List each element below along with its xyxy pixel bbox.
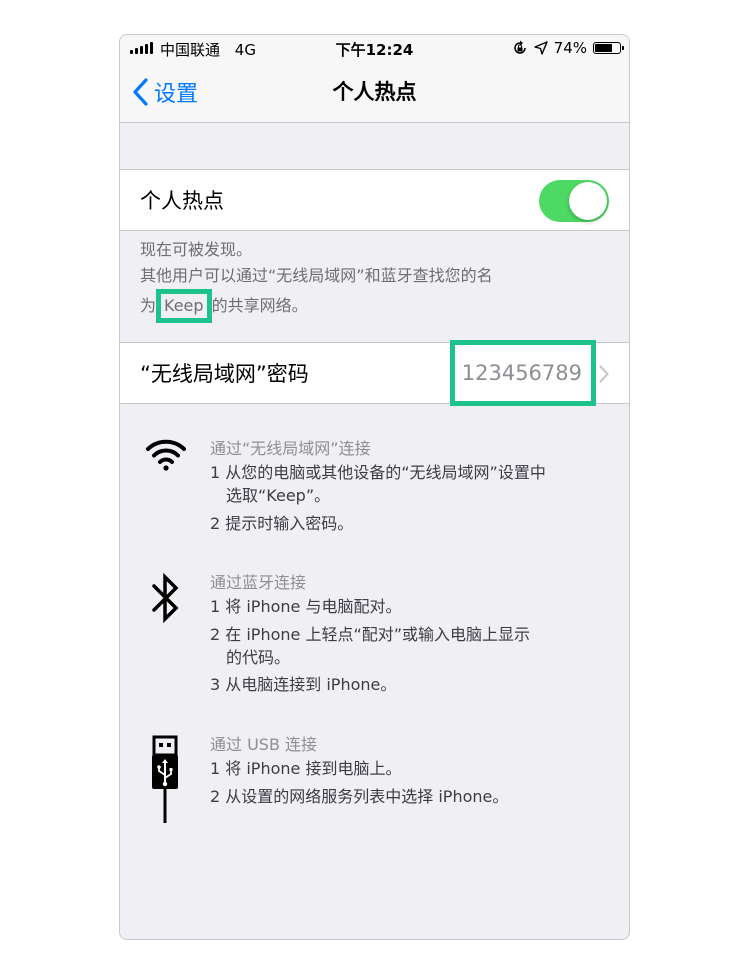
- usb-step-1: 1 将 iPhone 接到电脑上。: [210, 759, 402, 778]
- battery-percent: 74%: [553, 39, 587, 57]
- wifi-password-label: “无线局域网”密码: [140, 362, 309, 386]
- bluetooth-step-1: 1 将 iPhone 与电脑配对。: [210, 597, 402, 616]
- discoverability-note: 现在可被发现。 其他用户可以通过“无线局域网”和蓝牙查找您的名 为 Keep 的共享…: [140, 237, 560, 323]
- bluetooth-section-title: 通过蓝牙连接: [210, 573, 307, 592]
- hotspot-toggle[interactable]: [539, 180, 609, 222]
- status-bar: 中国联通 4G 下午12:24 74%: [120, 35, 629, 63]
- password-highlight-box: [450, 340, 596, 406]
- hotspot-label: 个人热点: [140, 189, 224, 213]
- wifi-step-1-cont: 选取“Keep”。: [226, 486, 331, 505]
- page-title: 个人热点: [332, 80, 417, 104]
- wifi-section-title: 通过“无线局域网”连接: [210, 439, 371, 458]
- bluetooth-step-2-cont: 的代码。: [226, 648, 291, 667]
- usb-icon: [152, 735, 178, 823]
- navigation-bar: 设置 个人热点: [120, 63, 629, 123]
- bluetooth-step-2: 2 在 iPhone 上轻点“配对”或输入电脑上显示: [210, 625, 531, 644]
- hotspot-row: 个人热点: [120, 169, 629, 231]
- chevron-right-icon: [599, 365, 609, 383]
- toggle-knob: [569, 182, 607, 220]
- bluetooth-step-3: 3 从电脑连接到 iPhone。: [210, 675, 397, 694]
- usb-step-2: 2 从设置的网络服务列表中选择 iPhone。: [210, 787, 509, 806]
- usb-section-title: 通过 USB 连接: [210, 735, 318, 754]
- location-arrow-icon: [533, 41, 548, 55]
- phone-screen: 中国联通 4G 下午12:24 74% 设置 个人热点 个人热点 现在可被发现。…: [119, 34, 630, 940]
- wifi-step-2: 2 提示时输入密码。: [210, 514, 354, 533]
- wifi-step-1: 1 从您的电脑或其他设备的“无线局域网”设置中: [210, 463, 546, 482]
- battery-icon: [593, 42, 624, 54]
- wifi-icon: [146, 439, 186, 471]
- device-name-highlight: Keep: [156, 289, 212, 323]
- orientation-lock-icon: [513, 40, 526, 54]
- bluetooth-icon: [152, 573, 179, 623]
